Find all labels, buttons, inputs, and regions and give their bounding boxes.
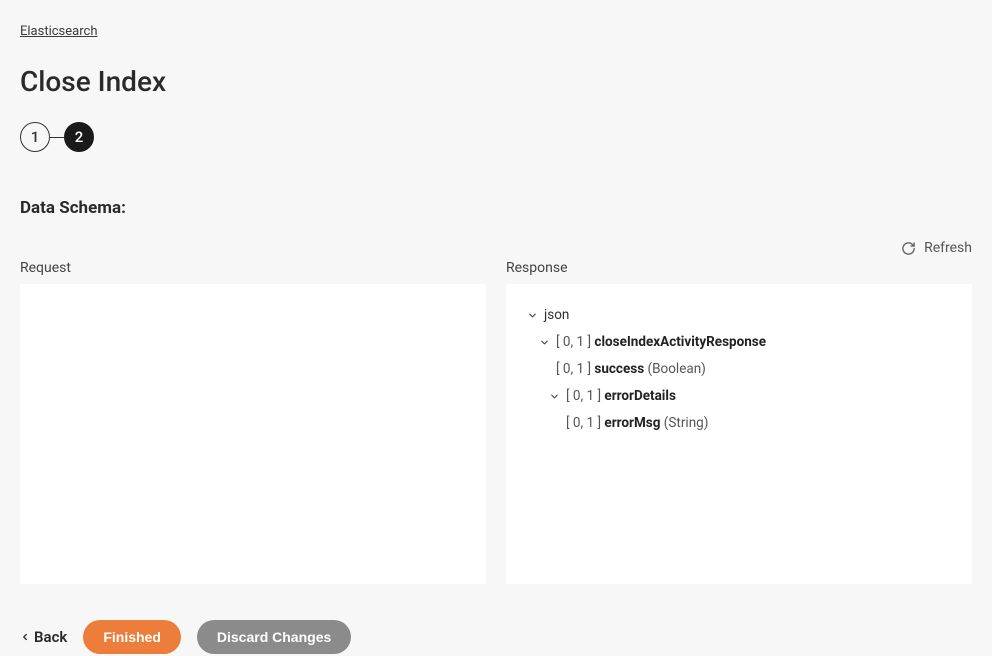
tree-node-json[interactable]: json — [518, 302, 960, 329]
back-button[interactable]: Back — [20, 628, 67, 646]
chevron-down-icon[interactable] — [548, 390, 560, 402]
response-label: Response — [506, 260, 972, 276]
node-type: (Boolean) — [648, 360, 706, 379]
step-connector — [50, 137, 64, 138]
back-label: Back — [34, 628, 67, 646]
node-cardinality: [ 0, 1 ] — [566, 387, 601, 406]
request-panel — [20, 284, 486, 584]
breadcrumb-link[interactable]: Elasticsearch — [20, 24, 97, 39]
refresh-icon — [901, 241, 916, 256]
section-title: Data Schema: — [20, 198, 972, 218]
node-name: closeIndexActivityResponse — [594, 333, 766, 352]
request-label: Request — [20, 260, 486, 276]
chevron-left-icon — [20, 632, 30, 642]
node-label: json — [544, 306, 569, 325]
wizard-steps: 1 2 — [20, 122, 972, 152]
response-panel: json [ 0, 1 ] closeIndexActivityResponse… — [506, 284, 972, 584]
tree-node-success[interactable]: [ 0, 1 ] success (Boolean) — [518, 356, 960, 383]
node-cardinality: [ 0, 1 ] — [556, 360, 591, 379]
step-2[interactable]: 2 — [64, 122, 94, 152]
page-title: Close Index — [20, 65, 972, 98]
node-name: errorDetails — [604, 387, 675, 406]
tree-node-error-details[interactable]: [ 0, 1 ] errorDetails — [518, 383, 960, 410]
node-type: (String) — [664, 414, 709, 433]
step-1[interactable]: 1 — [20, 122, 50, 152]
tree-node-error-msg[interactable]: [ 0, 1 ] errorMsg (String) — [518, 410, 960, 437]
node-name: success — [594, 360, 644, 379]
refresh-button[interactable]: Refresh — [20, 240, 972, 256]
tree-node-close-index-activity-response[interactable]: [ 0, 1 ] closeIndexActivityResponse — [518, 329, 960, 356]
node-cardinality: [ 0, 1 ] — [566, 414, 601, 433]
finished-button[interactable]: Finished — [83, 620, 181, 654]
node-cardinality: [ 0, 1 ] — [556, 333, 591, 352]
refresh-label: Refresh — [924, 240, 972, 256]
discard-changes-button[interactable]: Discard Changes — [197, 620, 351, 654]
footer-actions: Back Finished Discard Changes — [20, 620, 972, 654]
node-name: errorMsg — [604, 414, 660, 433]
chevron-down-icon[interactable] — [538, 336, 550, 348]
chevron-down-icon[interactable] — [526, 309, 538, 321]
